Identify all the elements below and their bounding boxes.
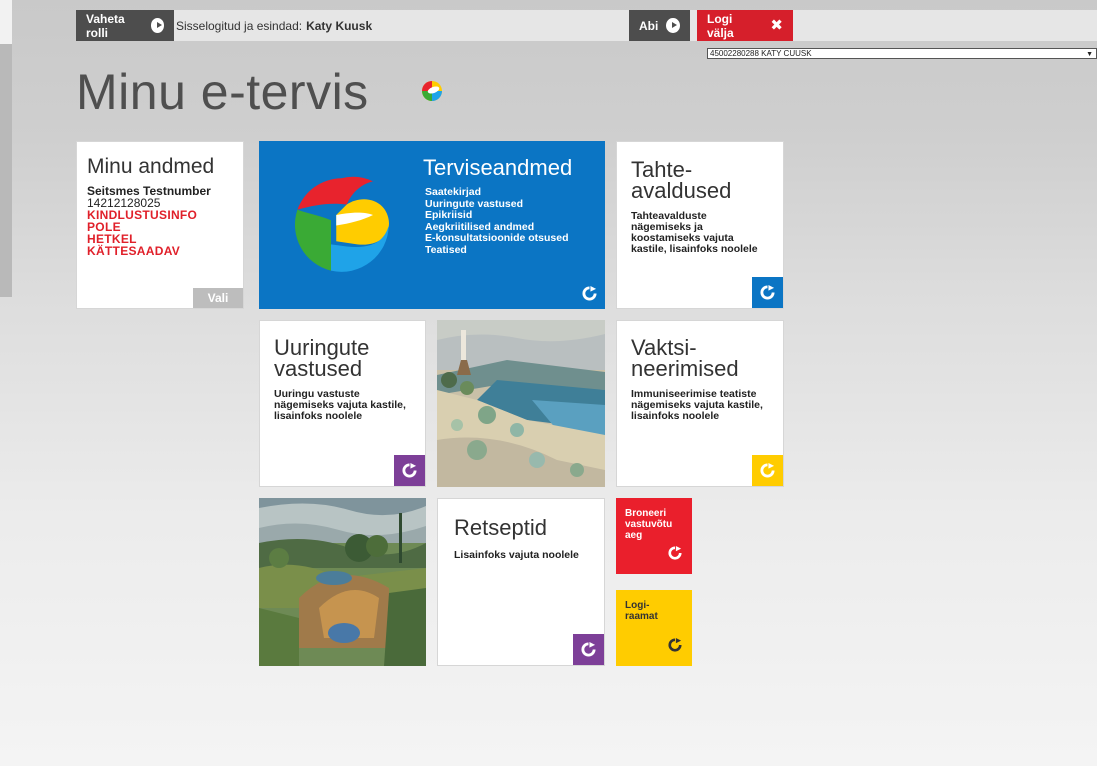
logged-in-prefix: Sisselogitud ja esindad: xyxy=(176,18,303,33)
logout-label: Logi välja xyxy=(707,11,734,40)
close-icon: ✖ xyxy=(770,16,783,34)
refresh-arrow-icon xyxy=(760,463,775,478)
refresh-arrow-icon[interactable] xyxy=(668,546,682,560)
refresh-arrow-icon[interactable] xyxy=(668,638,682,652)
tile-title-line1: Uuringute xyxy=(274,335,370,360)
tile-title-line2: vastused xyxy=(274,356,363,381)
tile-title: Minu andmed xyxy=(87,155,215,178)
tile-description: Lisainfoks vajuta noolele xyxy=(454,549,579,561)
info-arrow-button[interactable] xyxy=(752,277,783,308)
logout-button[interactable]: Logi välja ✖ xyxy=(697,10,793,41)
circle-play-icon xyxy=(150,18,164,33)
refresh-arrow-icon xyxy=(402,463,417,478)
info-arrow-button[interactable] xyxy=(573,634,604,665)
tile-title-line2: avaldused xyxy=(631,178,732,203)
link-e-konsultatsioonid[interactable]: E-konsultatsioonide otsused xyxy=(425,232,569,245)
info-arrow-button[interactable] xyxy=(574,278,605,309)
person-select[interactable]: 45002280288 KATY CUUSK ▼ xyxy=(707,48,1097,59)
info-arrow-button[interactable] xyxy=(394,455,425,486)
tile-title: Retseptid xyxy=(454,515,547,540)
tile-label-line3: aeg xyxy=(625,530,643,541)
tile-description: Immuniseerimise teatiste nägemiseks vaju… xyxy=(631,388,763,422)
help-button[interactable]: Abi xyxy=(629,10,690,41)
select-button[interactable]: Vali xyxy=(193,288,243,308)
link-saatekirjad[interactable]: Saatekirjad xyxy=(425,186,569,199)
logged-in-info: Sisselogitud ja esindad: Katy Kuusk xyxy=(176,10,372,41)
tile-minu-andmed[interactable]: Minu andmed Seitsmes Testnumber 14212128… xyxy=(76,141,244,309)
tile-title-line1: Vaktsi- xyxy=(631,335,697,360)
link-teatised[interactable]: Teatised xyxy=(425,244,569,257)
painting-coast-image xyxy=(437,320,605,487)
tile-label-line1: Logi- xyxy=(625,600,650,611)
info-arrow-button[interactable] xyxy=(752,455,783,486)
logged-in-user: Katy Kuusk xyxy=(306,18,373,33)
e-tervis-logo xyxy=(422,81,442,101)
painting-landscape-image xyxy=(259,498,426,666)
tile-title: Terviseandmed xyxy=(423,155,573,180)
chevron-down-icon: ▼ xyxy=(1086,51,1093,58)
refresh-arrow-icon xyxy=(760,285,775,300)
insurance-warning-line2: HETKEL KÄTTESAADAV xyxy=(87,232,181,258)
tile-title-line1: Tahte- xyxy=(631,157,693,182)
refresh-arrow-icon xyxy=(581,642,596,657)
circle-play-icon xyxy=(666,18,680,33)
tile-label-line1: Broneeri xyxy=(625,508,667,519)
tile-description: Tahteavalduste nägemiseks ja koostamisek… xyxy=(631,210,758,255)
tile-tahteavaldused[interactable]: Tahte- avaldused Tahteavalduste nägemise… xyxy=(616,141,784,309)
tile-broneeri-aeg[interactable]: Broneeri vastuvõtu aeg xyxy=(616,498,692,574)
page-title: Minu e-tervis xyxy=(76,64,369,120)
person-select-value: 45002280288 KATY CUUSK xyxy=(710,49,812,58)
link-epikriisid[interactable]: Epikriisid xyxy=(425,209,569,222)
left-decor-strip-top xyxy=(0,0,12,44)
tile-description: Uuringu vastuste nägemiseks vajuta kasti… xyxy=(274,388,406,422)
health-data-links: Saatekirjad Uuringute vastused Epikriisi… xyxy=(425,186,569,257)
tile-retseptid[interactable]: Retseptid Lisainfoks vajuta noolele xyxy=(437,498,605,666)
tile-title-line2: neerimised xyxy=(631,356,739,381)
change-role-label: Vaheta rolli xyxy=(86,11,125,40)
tile-logiraamat[interactable]: Logi- raamat xyxy=(616,590,692,666)
change-role-button[interactable]: Vaheta rolli xyxy=(76,10,174,41)
tile-terviseandmed[interactable]: Terviseandmed Saatekirjad Uuringute vast… xyxy=(259,141,605,309)
tile-vaktsineerimised[interactable]: Vaktsi- neerimised Immuniseerimise teati… xyxy=(616,320,784,487)
tile-uuringute-vastused[interactable]: Uuringute vastused Uuringu vastuste näge… xyxy=(259,320,426,487)
e-tervis-large-logo xyxy=(294,176,389,272)
help-label: Abi xyxy=(639,18,659,33)
tile-label-line2: raamat xyxy=(625,611,658,622)
refresh-arrow-icon xyxy=(582,286,597,301)
tile-label-line2: vastuvõtu xyxy=(625,519,673,530)
insurance-warning-line1: KINDLUSTUSINFO POLE xyxy=(87,208,198,234)
left-decor-strip xyxy=(0,0,12,297)
